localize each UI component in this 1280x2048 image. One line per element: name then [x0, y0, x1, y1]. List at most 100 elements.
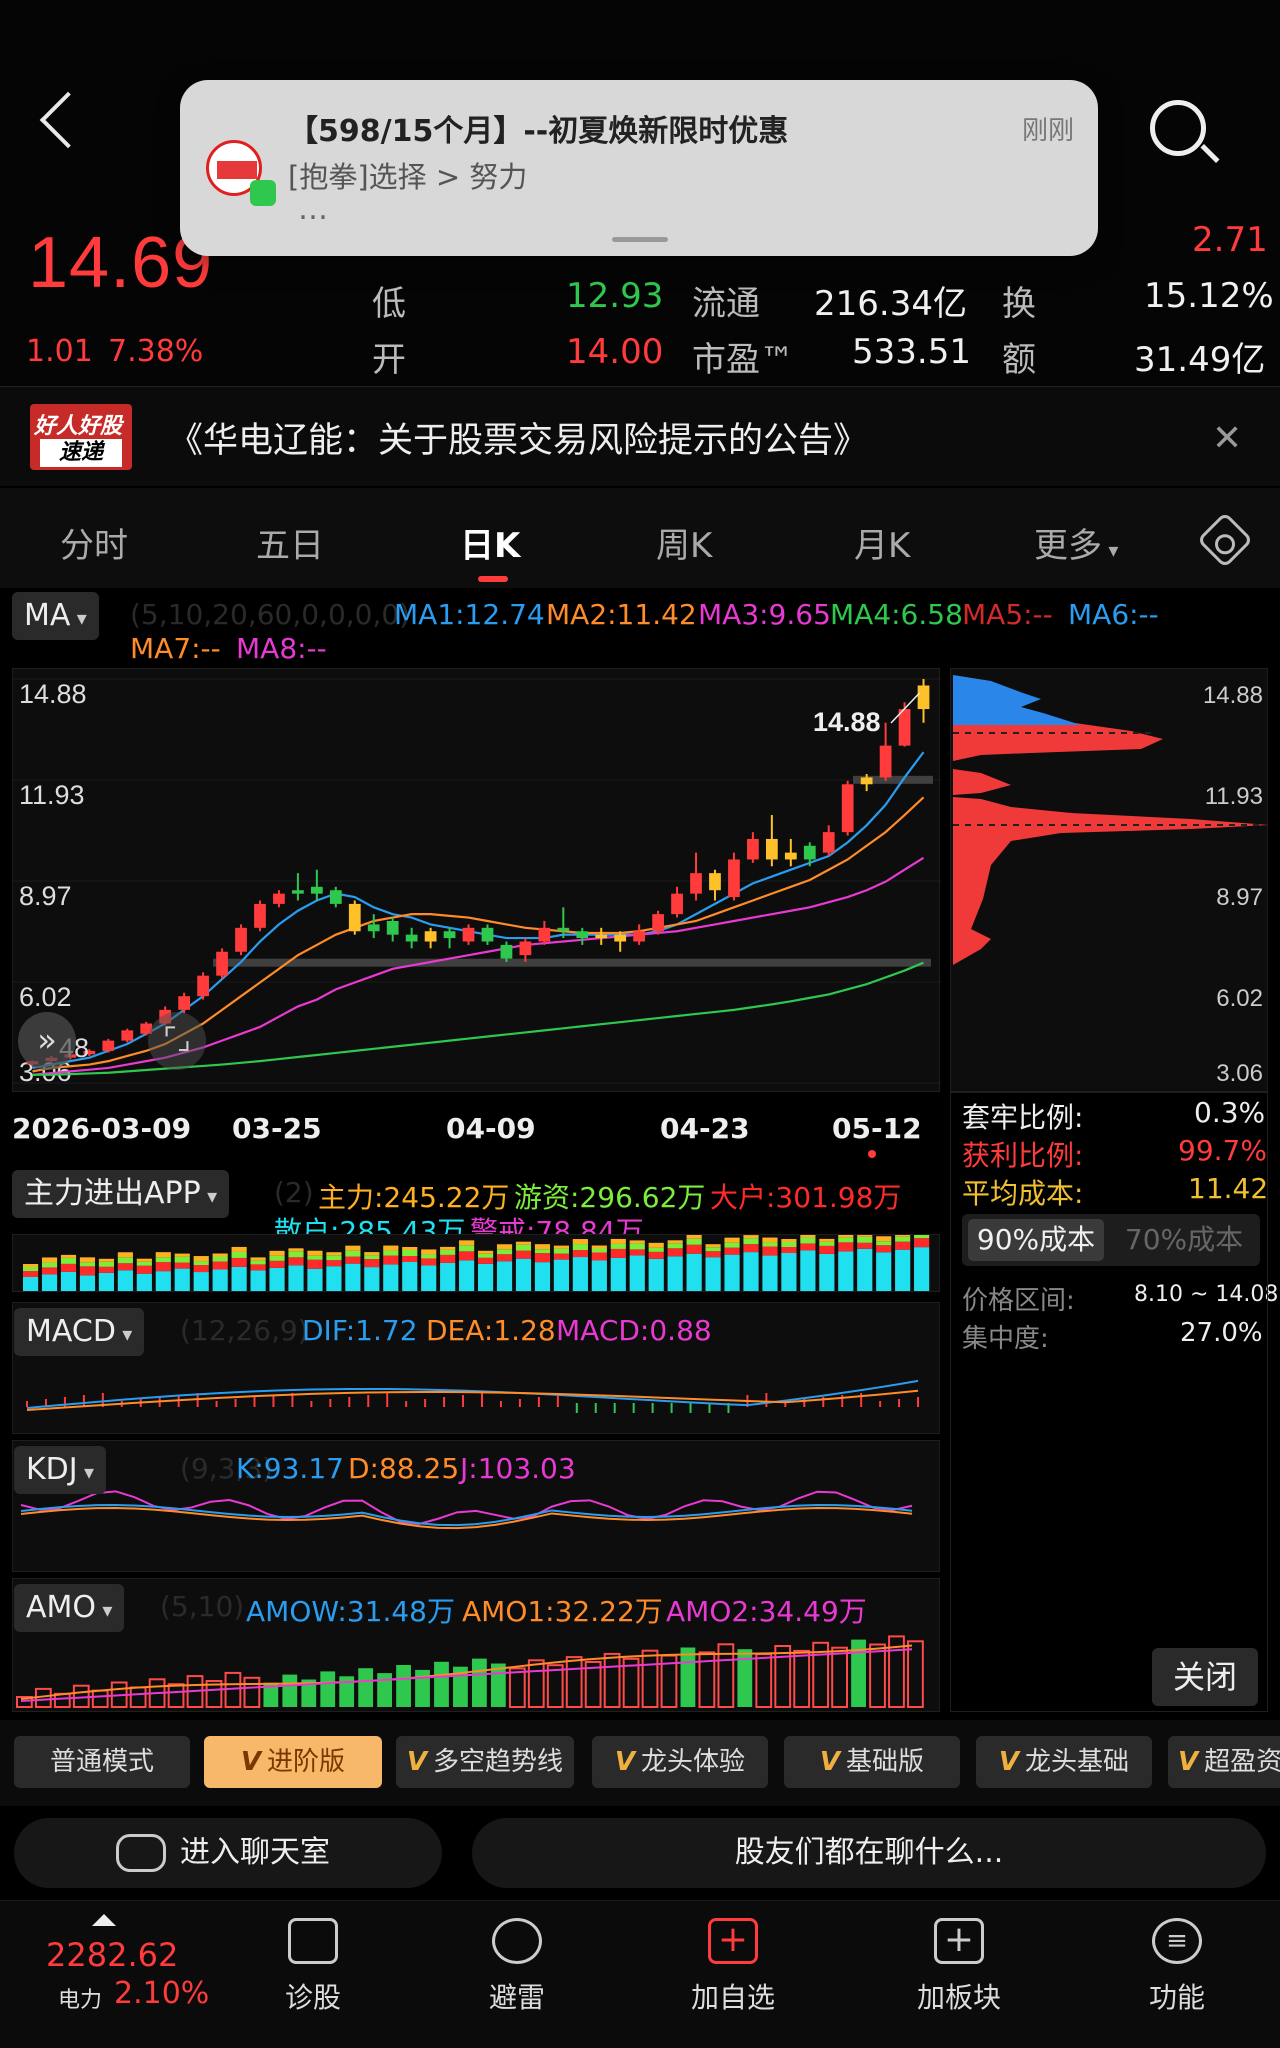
- fund-bar-34-1: [667, 1248, 683, 1257]
- fund-bar-15-0: [307, 1268, 323, 1291]
- enter-chat-button[interactable]: 进入聊天室: [14, 1818, 442, 1888]
- push-notification[interactable]: 【598/15个月】--初夏焕新限时优惠 [抱拳]选择 > 努力 … 刚刚: [180, 80, 1098, 256]
- fund-bar-4-0: [98, 1272, 114, 1291]
- amo-bar-14: [282, 1674, 298, 1707]
- amo-bar-31: [603, 1652, 621, 1708]
- tab-more[interactable]: 更多 ▾: [1034, 518, 1118, 567]
- amo-bar-18: [358, 1668, 374, 1707]
- candle-body-43: [841, 784, 854, 833]
- tab-monthly-k[interactable]: 月K: [854, 518, 910, 567]
- mode-leader-trial[interactable]: V 龙头体验: [592, 1736, 768, 1788]
- candle-body-14: [292, 890, 304, 894]
- news-logo: 好人好股 速递: [30, 404, 132, 470]
- kdj-selector[interactable]: KDJ: [14, 1446, 107, 1494]
- fund-bar-9-3: [193, 1256, 209, 1262]
- amo-bar-35: [680, 1647, 696, 1707]
- fund-bar-7-1: [155, 1262, 171, 1272]
- tab-intraday[interactable]: 分时: [60, 518, 128, 567]
- ma-params: (5,10,20,60,0,0,0,0): [130, 598, 411, 631]
- fund-bar-21-1: [421, 1258, 437, 1266]
- amo-bar-28: [546, 1664, 564, 1708]
- fund-bar-31-1: [610, 1248, 626, 1258]
- candle-body-20: [405, 934, 418, 942]
- fund-big: 大户:301.98万: [710, 1181, 902, 1214]
- search-icon[interactable]: [1150, 100, 1206, 156]
- fund-bar-21-3: [421, 1249, 437, 1255]
- nav-add-sector[interactable]: + 加板块: [884, 1910, 1034, 2016]
- macd-selector[interactable]: MACD: [14, 1308, 145, 1356]
- fund-bar-14-0: [288, 1265, 304, 1291]
- fund-bar-7-2: [155, 1257, 171, 1263]
- ma-selector[interactable]: MA: [12, 592, 99, 640]
- sector-index-value[interactable]: 2282.62: [46, 1936, 178, 1974]
- expand-arrows-icon[interactable]: »: [18, 1012, 76, 1070]
- close-icon[interactable]: ✕: [1212, 418, 1242, 459]
- sector-name: 电力: [58, 1988, 103, 2013]
- candle-body-42: [822, 832, 835, 853]
- tab-weekly-k[interactable]: 周K: [656, 518, 712, 567]
- fund-bar-30-3: [591, 1245, 607, 1249]
- discussion-button[interactable]: 股友们都在聊什么...: [472, 1818, 1266, 1888]
- amo-selector[interactable]: AMO: [14, 1584, 125, 1632]
- fund-bar-40-3: [781, 1239, 797, 1242]
- x-label-2: 04-09: [446, 1112, 536, 1145]
- fund-bar-9-0: [193, 1272, 209, 1291]
- v-badge-icon: V: [998, 1747, 1020, 1777]
- fund-bar-17-1: [345, 1256, 361, 1264]
- fullscreen-icon[interactable]: ⌜⌟: [148, 1012, 206, 1070]
- notification-handle[interactable]: [612, 237, 668, 242]
- fund-bar-5-2: [117, 1257, 133, 1264]
- fund-bar-46-3: [895, 1233, 911, 1237]
- fund-bar-37-2: [724, 1242, 740, 1248]
- fund-bar-44-1: [857, 1242, 873, 1249]
- fund-bar-35-0: [686, 1253, 702, 1291]
- macd-dif: DIF:1.72: [302, 1314, 418, 1347]
- v-badge-icon: V: [240, 1747, 262, 1777]
- fund-bar-34-0: [667, 1256, 683, 1291]
- mode-advanced[interactable]: V 进阶版: [204, 1736, 382, 1788]
- nav-diagnose[interactable]: 诊股: [238, 1910, 388, 2016]
- mode-basic[interactable]: V 基础版: [784, 1736, 960, 1788]
- mode-trend-line[interactable]: V 多空趋势线: [396, 1736, 574, 1788]
- fund-bar-12-3: [250, 1257, 266, 1261]
- fund-bar-8-2: [174, 1256, 190, 1263]
- mode-super-profit[interactable]: V 超盈资: [1168, 1736, 1280, 1788]
- candle-body-15: [310, 886, 323, 894]
- nav-diagnose-label: 诊股: [284, 1981, 341, 2014]
- amo-bar-43: [831, 1646, 848, 1708]
- candle-body-11: [235, 927, 247, 952]
- notification-title: 【598/15个月】--初夏焕新限时优惠: [288, 114, 789, 149]
- mode-normal[interactable]: 普通模式: [14, 1736, 190, 1788]
- fund-bar-29-0: [572, 1257, 588, 1291]
- announcement-text[interactable]: 《华电辽能：关于股票交易风险提示的公告》: [168, 412, 868, 463]
- fund-bar-41-3: [800, 1232, 816, 1238]
- fund-bar-6-3: [136, 1258, 152, 1262]
- tab-five-day[interactable]: 五日: [256, 518, 324, 567]
- nav-add-watchlist[interactable]: + 加自选: [658, 1910, 808, 2016]
- tab-daily-k[interactable]: 日K: [460, 518, 520, 567]
- nav-avoid-risk[interactable]: 避雷: [442, 1910, 592, 2016]
- fund-bar-14-1: [288, 1257, 304, 1266]
- kdj-k-line: [20, 1504, 913, 1527]
- fund-bar-15-1: [307, 1259, 323, 1269]
- candle-body-28: [557, 927, 570, 931]
- fund-bar-7-0: [155, 1271, 171, 1291]
- low-label: 低: [372, 284, 406, 324]
- close-chips-button[interactable]: 关闭: [1152, 1648, 1258, 1706]
- fund-bar-26-1: [515, 1250, 532, 1259]
- candle-body-47: [917, 685, 930, 710]
- kdj-d: D:88.25: [348, 1452, 460, 1485]
- sector-change-pct: 2.10%: [114, 1976, 210, 2011]
- fund-bar-43-3: [838, 1232, 854, 1238]
- fund-bar-34-3: [667, 1240, 683, 1244]
- fund-bar-41-0: [800, 1250, 816, 1291]
- mode-trend-line-label: 多空趋势线: [433, 1747, 564, 1777]
- amo-bar-45: [869, 1643, 886, 1708]
- fund-indicator-selector[interactable]: 主力进出APP: [12, 1170, 230, 1218]
- mode-leader-basic[interactable]: V 龙头基础: [976, 1736, 1152, 1788]
- fund-bar-2-3: [60, 1254, 77, 1258]
- nav-functions[interactable]: ≡ 功能: [1102, 1910, 1252, 2016]
- candle-body-13: [273, 893, 285, 904]
- fund-bar-24-1: [478, 1257, 494, 1264]
- fund-bar-3-3: [79, 1257, 96, 1263]
